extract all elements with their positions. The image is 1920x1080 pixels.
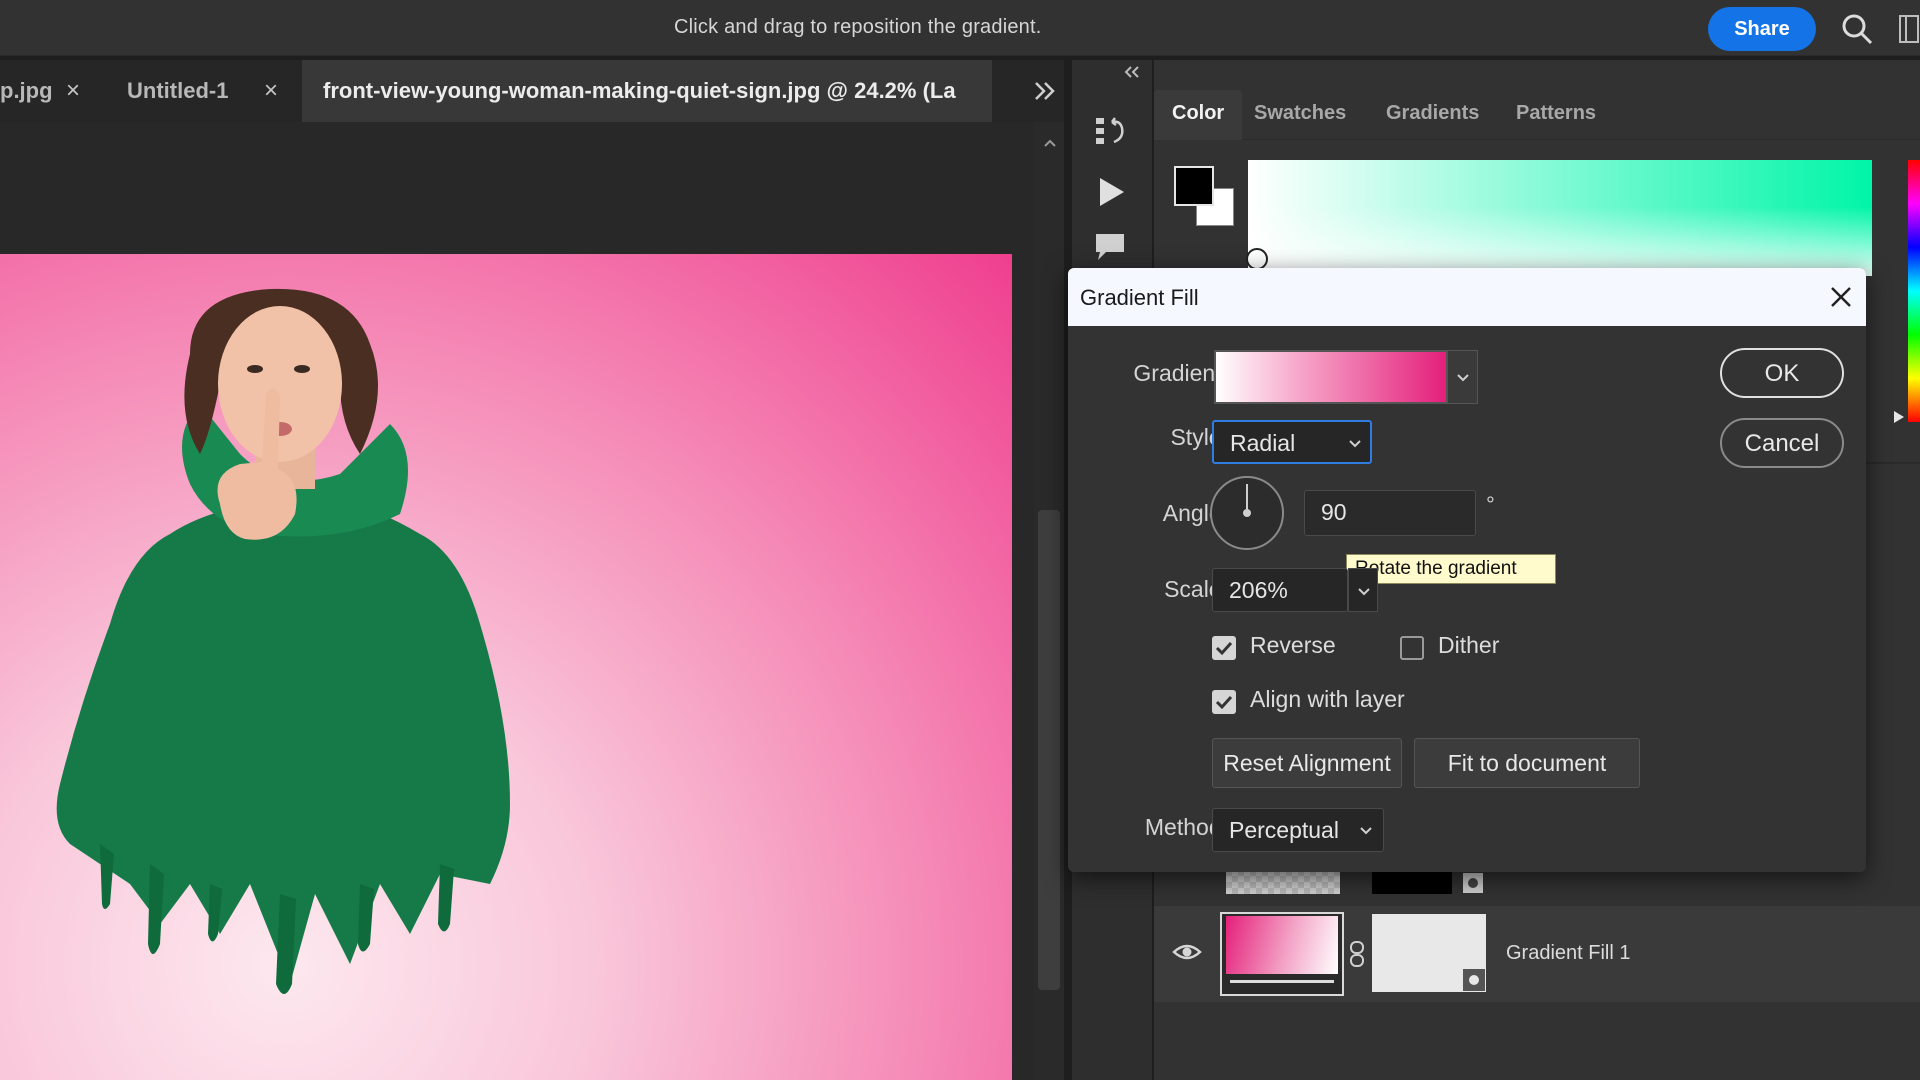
method-value: Perceptual — [1229, 817, 1339, 843]
foreground-color-swatch[interactable] — [1174, 166, 1214, 206]
gradient-thumbnail-bar — [1230, 980, 1334, 983]
color-picker-cursor[interactable] — [1246, 248, 1268, 270]
chevron-down-icon — [1457, 374, 1469, 382]
style-select[interactable]: Radial — [1212, 420, 1372, 464]
method-select[interactable]: Perceptual — [1212, 808, 1384, 852]
checkmark-icon — [1215, 695, 1233, 710]
panels-icon[interactable] — [1898, 14, 1920, 44]
angle-label: Angle: — [1162, 500, 1228, 526]
cancel-button[interactable]: Cancel — [1720, 418, 1844, 468]
chevron-down-icon — [1349, 440, 1361, 448]
doc-tab[interactable]: p.jpg × — [0, 60, 96, 122]
top-bar: Click and drag to reposition the gradien… — [0, 0, 1920, 56]
double-chevron-right-icon[interactable] — [1030, 76, 1060, 106]
document-tabs: p.jpg × Untitled-1 × front-view-young-wo… — [0, 60, 1064, 122]
comment-icon[interactable] — [1092, 228, 1128, 264]
panel-tabs: Color Swatches Gradients Patterns — [1154, 90, 1920, 140]
ok-button[interactable]: OK — [1720, 348, 1844, 398]
scale-input[interactable]: 206% — [1212, 568, 1348, 612]
gradient-thumbnail-preview — [1226, 916, 1338, 974]
reverse-label[interactable]: Reverse — [1250, 632, 1336, 659]
chevron-down-icon — [1358, 588, 1370, 596]
eye-icon[interactable] — [1172, 940, 1202, 964]
degree-symbol: ° — [1486, 492, 1495, 517]
doc-tab-label: p.jpg — [0, 78, 53, 103]
style-value: Radial — [1230, 430, 1296, 456]
mask-icon — [1463, 969, 1485, 991]
method-label: Method: — [1144, 814, 1228, 840]
status-hint: Click and drag to reposition the gradien… — [674, 16, 1042, 38]
doc-tab-active[interactable]: front-view-young-woman-making-quiet-sign… — [302, 60, 992, 122]
style-label: Style: — [1170, 424, 1228, 450]
gradient-fill-dialog: Gradient Fill Gradient: Style: Radial An… — [1068, 268, 1866, 872]
angle-dial-needle — [1246, 484, 1248, 512]
gradient-dropdown[interactable] — [1448, 350, 1478, 404]
doc-tab[interactable]: Untitled-1 × — [98, 60, 298, 122]
reverse-checkbox[interactable] — [1212, 636, 1236, 660]
checkmark-icon — [1215, 641, 1233, 656]
play-icon[interactable] — [1092, 174, 1128, 210]
link-icon[interactable] — [1348, 940, 1366, 968]
gradient-preview[interactable] — [1216, 352, 1446, 402]
history-icon[interactable] — [1092, 114, 1128, 150]
doc-tab-label: front-view-young-woman-making-quiet-sign… — [323, 78, 956, 103]
color-picker-field[interactable] — [1248, 160, 1872, 276]
close-icon[interactable]: × — [66, 60, 80, 122]
tab-patterns[interactable]: Patterns — [1498, 90, 1614, 140]
scrollbar-thumb[interactable] — [1038, 510, 1060, 990]
angle-input[interactable]: 90 — [1304, 490, 1476, 536]
hue-slider[interactable] — [1908, 160, 1920, 422]
fit-to-document-button[interactable]: Fit to document — [1414, 738, 1640, 788]
woman-image — [56, 288, 511, 994]
align-with-layer-checkbox[interactable] — [1212, 690, 1236, 714]
layer-name[interactable]: Gradient Fill 1 — [1506, 942, 1631, 965]
dither-checkbox[interactable] — [1400, 636, 1424, 660]
close-icon[interactable] — [1828, 284, 1854, 310]
dialog-title: Gradient Fill — [1080, 285, 1199, 310]
chevron-down-icon — [1360, 827, 1372, 835]
share-button[interactable]: Share — [1708, 7, 1816, 51]
doc-tab-label: Untitled-1 — [127, 78, 229, 103]
dialog-titlebar[interactable]: Gradient Fill — [1068, 268, 1866, 326]
angle-dial-center — [1243, 509, 1251, 517]
reset-alignment-button[interactable]: Reset Alignment — [1212, 738, 1402, 788]
tab-gradients[interactable]: Gradients — [1368, 90, 1497, 140]
mask-icon — [1463, 873, 1483, 893]
scale-label: Scale: — [1164, 576, 1228, 602]
scale-dropdown[interactable] — [1348, 568, 1378, 612]
document-canvas[interactable] — [0, 254, 1012, 1080]
close-icon[interactable]: × — [264, 60, 278, 122]
tab-color[interactable]: Color — [1154, 90, 1243, 140]
tab-swatches[interactable]: Swatches — [1236, 90, 1364, 140]
hue-slider-marker-icon[interactable] — [1892, 410, 1906, 424]
scroll-up-icon[interactable] — [1044, 138, 1056, 148]
dither-label[interactable]: Dither — [1438, 632, 1499, 659]
collapse-panels-icon[interactable] — [1122, 64, 1142, 80]
align-with-layer-label[interactable]: Align with layer — [1250, 686, 1405, 713]
gradient-label: Gradient: — [1133, 360, 1228, 386]
search-icon[interactable] — [1840, 12, 1874, 46]
